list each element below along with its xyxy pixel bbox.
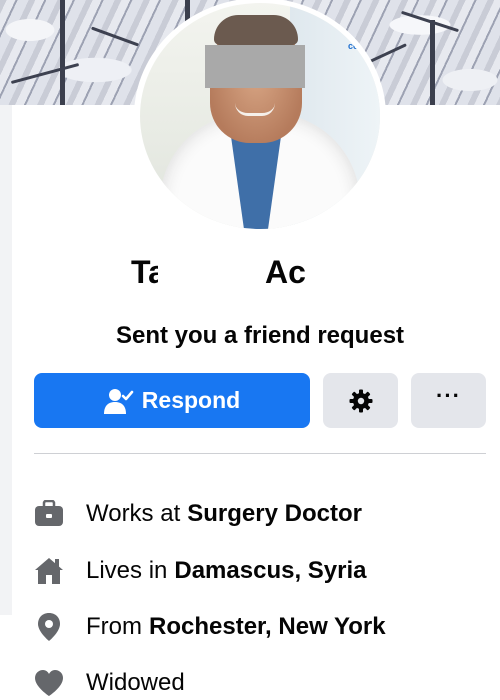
briefcase-icon — [34, 499, 64, 529]
detail-relationship[interactable]: Widowed — [34, 666, 185, 700]
detail-from[interactable]: From Rochester, New York — [34, 610, 386, 644]
detail-lives-prefix: Lives in — [86, 557, 168, 584]
detail-lives[interactable]: Lives in Damascus, Syria — [34, 554, 367, 588]
profile-name-first: Ta — [131, 254, 158, 290]
more-icon: ··· — [436, 382, 461, 408]
home-icon — [34, 556, 64, 586]
detail-work-value: Surgery Doctor — [187, 500, 362, 527]
more-options-button[interactable]: ··· — [411, 373, 486, 428]
person-check-icon — [103, 388, 134, 414]
respond-label: Respond — [141, 387, 241, 413]
avatar[interactable]: coo — [140, 3, 380, 229]
location-pin-icon — [34, 612, 64, 642]
friend-request-text: Sent you a friend request — [115, 322, 405, 349]
left-edge — [0, 105, 12, 615]
profile-name-last: Ac — [265, 254, 305, 290]
divider — [34, 453, 486, 454]
settings-button[interactable] — [323, 373, 398, 428]
detail-relationship-prefix: Widowed — [86, 669, 185, 696]
detail-from-prefix: From — [86, 613, 142, 640]
detail-lives-value: Damascus, Syria — [174, 557, 367, 584]
heart-icon — [34, 668, 64, 698]
gear-icon — [349, 389, 372, 412]
detail-from-value: Rochester, New York — [149, 613, 386, 640]
detail-work[interactable]: Works at Surgery Doctor — [34, 497, 362, 531]
avatar-logo: coo — [347, 41, 364, 51]
respond-button[interactable]: Respond — [34, 373, 310, 428]
redaction-box — [205, 45, 305, 88]
detail-work-prefix: Works at — [86, 500, 181, 527]
